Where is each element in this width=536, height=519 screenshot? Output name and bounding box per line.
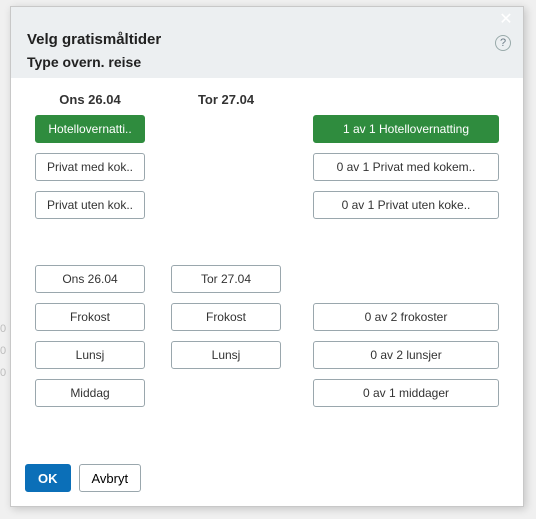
middag-day1-toggle[interactable]: Middag — [35, 379, 145, 407]
hotel-summary: 1 av 1 Hotellovernatting — [313, 115, 499, 143]
date-column-headers: Ons 26.04 Tor 27.04 — [35, 92, 499, 107]
middag-summary: 0 av 1 middager — [313, 379, 499, 407]
frokost-day1-toggle[interactable]: Frokost — [35, 303, 145, 331]
lunsj-day2-toggle[interactable]: Lunsj — [171, 341, 281, 369]
cancel-button[interactable]: Avbryt — [79, 464, 142, 492]
dialog-footer: OK Avbryt — [25, 464, 141, 492]
free-meals-dialog: Velg gratismåltider Type overn. reise On… — [10, 6, 524, 507]
dialog-subtitle: Type overn. reise — [27, 54, 507, 70]
col-header-day1: Ons 26.04 — [35, 92, 145, 107]
frokost-day2-toggle[interactable]: Frokost — [171, 303, 281, 331]
dialog-content: Ons 26.04 Tor 27.04 Hotellovernatti.. 1 … — [11, 78, 523, 429]
meal-date-row: Ons 26.04 Tor 27.04 — [35, 265, 499, 293]
privkok-day1-toggle[interactable]: Privat med kok.. — [35, 153, 145, 181]
col-header-day2: Tor 27.04 — [171, 92, 281, 107]
meal-row-lunsj: Lunsj Lunsj 0 av 2 lunsjer — [35, 341, 499, 369]
close-icon[interactable] — [497, 11, 515, 29]
accom-row-priv-kok: Privat med kok.. 0 av 1 Privat med kokem… — [35, 153, 499, 181]
meal-date-day1[interactable]: Ons 26.04 — [35, 265, 145, 293]
frokost-summary: 0 av 2 frokoster — [313, 303, 499, 331]
lunsj-day1-toggle[interactable]: Lunsj — [35, 341, 145, 369]
meal-row-middag: Middag 0 av 1 middager — [35, 379, 499, 407]
privuten-summary: 0 av 1 Privat uten koke.. — [313, 191, 499, 219]
meal-row-frokost: Frokost Frokost 0 av 2 frokoster — [35, 303, 499, 331]
dialog-title: Velg gratismåltider — [27, 31, 507, 48]
ok-button[interactable]: OK — [25, 464, 71, 492]
meal-date-day2[interactable]: Tor 27.04 — [171, 265, 281, 293]
accom-row-hotel: Hotellovernatti.. 1 av 1 Hotellovernatti… — [35, 115, 499, 143]
dialog-header: Velg gratismåltider Type overn. reise — [11, 7, 523, 78]
hotel-day1-toggle[interactable]: Hotellovernatti.. — [35, 115, 145, 143]
privuten-day1-toggle[interactable]: Privat uten kok.. — [35, 191, 145, 219]
privkok-summary: 0 av 1 Privat med kokem.. — [313, 153, 499, 181]
lunsj-summary: 0 av 2 lunsjer — [313, 341, 499, 369]
accom-row-priv-uten: Privat uten kok.. 0 av 1 Privat uten kok… — [35, 191, 499, 219]
help-icon[interactable] — [495, 35, 511, 51]
background-scale: 0 0 0 — [0, 318, 6, 384]
